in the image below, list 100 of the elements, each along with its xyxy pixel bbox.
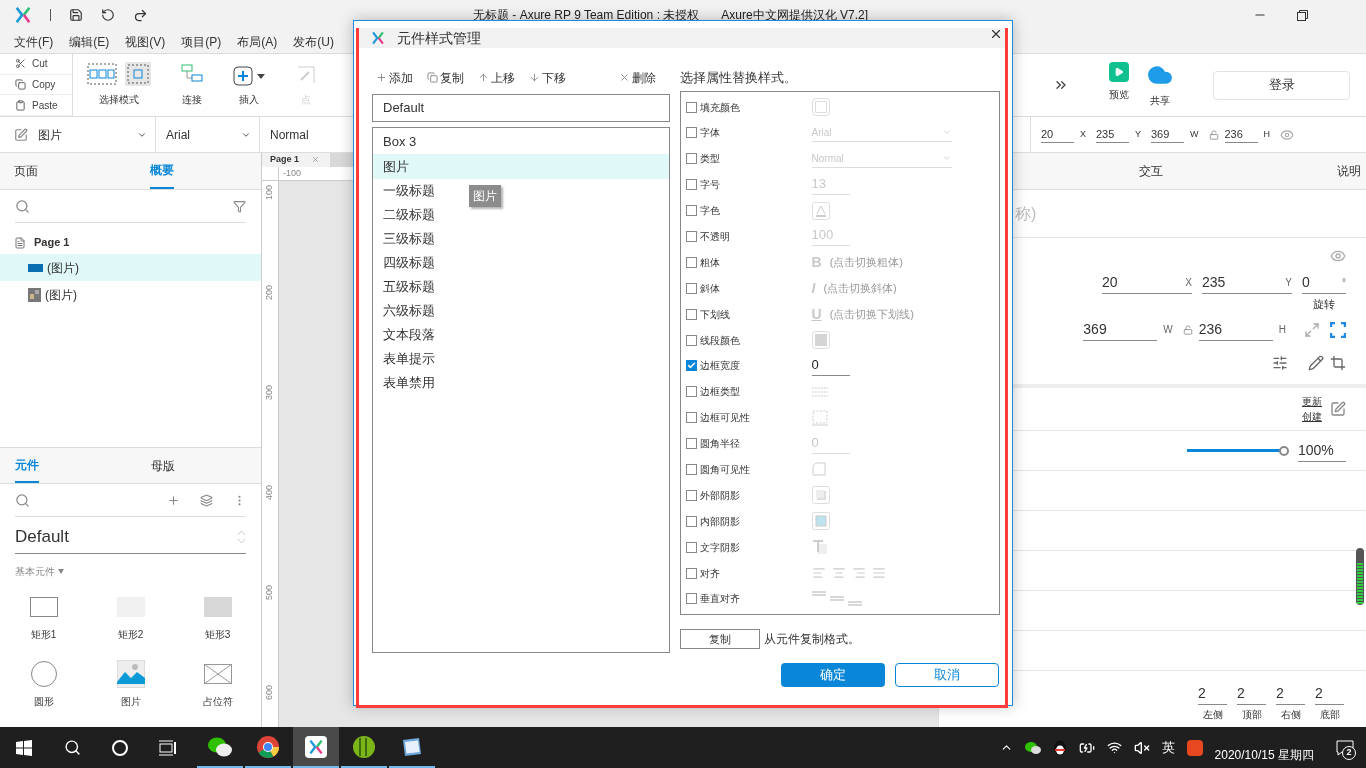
coordinate-field[interactable]: 0 bbox=[1302, 272, 1330, 293]
style-list-item[interactable]: Box 3 bbox=[373, 129, 423, 154]
checkbox[interactable] bbox=[685, 386, 697, 398]
widget-label[interactable]: 占位符 bbox=[202, 694, 233, 709]
insert-icon[interactable] bbox=[233, 66, 253, 86]
ok-button[interactable]: 确定 bbox=[781, 663, 885, 687]
edit-style-icon[interactable] bbox=[1330, 401, 1346, 417]
page-tab[interactable]: Page 1 bbox=[262, 153, 330, 167]
menu-item[interactable]: 布局(A) bbox=[237, 32, 278, 51]
widget-label[interactable]: 圆形 bbox=[33, 694, 54, 709]
checkbox[interactable] bbox=[685, 541, 697, 553]
input-app-icon[interactable] bbox=[1186, 739, 1203, 756]
style-list-item[interactable]: 文本段落 bbox=[373, 323, 441, 347]
font-weight-dropdown[interactable]: Normal bbox=[260, 125, 309, 144]
opacity-field[interactable]: 100% bbox=[1298, 439, 1346, 462]
style-action-button[interactable]: 下移 bbox=[529, 68, 566, 87]
font-color-icon[interactable] bbox=[811, 201, 830, 220]
penguin-icon[interactable] bbox=[1052, 739, 1067, 756]
opacity-slider-thumb[interactable] bbox=[1279, 445, 1289, 456]
style-list-item[interactable]: 表单提示 bbox=[373, 347, 441, 371]
style-action-button[interactable]: 上移 bbox=[478, 68, 515, 87]
pencil-icon[interactable] bbox=[1308, 354, 1324, 371]
restore-icon[interactable] bbox=[1297, 9, 1308, 21]
style-action-button[interactable]: 复制 bbox=[427, 68, 464, 87]
select-intersected-icon[interactable] bbox=[87, 63, 117, 85]
wifi-icon[interactable] bbox=[1106, 740, 1122, 755]
panel-tab[interactable]: 母版 bbox=[151, 448, 175, 483]
login-button[interactable]: 登录 bbox=[1213, 70, 1350, 100]
clock-date[interactable]: 2020/10/15 星期四 bbox=[1214, 745, 1314, 764]
menu-item[interactable]: 编辑(E) bbox=[69, 32, 110, 51]
search-icon[interactable] bbox=[63, 739, 81, 756]
checkbox[interactable] bbox=[685, 230, 697, 242]
menu-item[interactable]: 项目(P) bbox=[181, 32, 222, 51]
font-dropdown[interactable]: Arial bbox=[156, 117, 260, 152]
padding-field[interactable]: 2 bbox=[1315, 683, 1344, 705]
style-list-item[interactable]: 表单禁用 bbox=[373, 371, 441, 395]
checkbox[interactable] bbox=[685, 360, 697, 372]
eye-icon[interactable] bbox=[1330, 248, 1346, 264]
panel-tab[interactable]: 页面 bbox=[14, 153, 38, 189]
style-list-item[interactable]: 六级标题 bbox=[373, 299, 441, 323]
checkbox[interactable] bbox=[685, 127, 697, 139]
lock-icon[interactable] bbox=[1208, 129, 1219, 140]
widget-label[interactable]: 矩形2 bbox=[117, 627, 144, 642]
filter-icon[interactable] bbox=[233, 199, 246, 213]
checkbox[interactable] bbox=[685, 153, 697, 165]
chat-bubbles-icon[interactable] bbox=[1024, 740, 1041, 755]
save-icon[interactable] bbox=[69, 8, 83, 22]
checkbox[interactable] bbox=[685, 205, 697, 217]
coordinate-field[interactable]: 20 bbox=[1102, 272, 1138, 293]
coordinate-field[interactable]: 235 bbox=[1096, 125, 1129, 144]
panel-tab[interactable]: 说明 bbox=[1337, 162, 1361, 180]
clipboard-button[interactable]: Paste bbox=[0, 95, 72, 116]
menu-item[interactable]: 发布(U) bbox=[293, 32, 334, 51]
checkbox[interactable] bbox=[685, 308, 697, 320]
page-name[interactable]: Page 1 bbox=[34, 234, 70, 251]
size-field[interactable]: 236 bbox=[1198, 318, 1223, 340]
clipboard-button[interactable]: Cut bbox=[0, 54, 72, 75]
style-list-item[interactable]: 四级标题 bbox=[373, 251, 441, 275]
adjust-icon[interactable] bbox=[1272, 354, 1288, 371]
coordinate-field[interactable]: 235 bbox=[1202, 272, 1246, 293]
assistant-icon[interactable] bbox=[112, 739, 128, 756]
coordinate-field[interactable]: 369 bbox=[1151, 125, 1184, 144]
widget-label[interactable]: 矩形3 bbox=[204, 627, 231, 642]
notification-icon[interactable] bbox=[1336, 739, 1354, 756]
checkbox[interactable] bbox=[685, 412, 697, 424]
caret-icon[interactable] bbox=[257, 73, 265, 79]
checkbox[interactable] bbox=[685, 179, 697, 191]
checkbox[interactable] bbox=[685, 256, 697, 268]
checkbox[interactable] bbox=[685, 101, 697, 113]
size-field[interactable]: 369 bbox=[1083, 318, 1107, 340]
lock-icon[interactable] bbox=[1182, 324, 1193, 335]
style-action-button[interactable]: 添加 bbox=[376, 68, 413, 87]
eye-icon[interactable] bbox=[1280, 127, 1294, 142]
checkbox[interactable] bbox=[685, 282, 697, 294]
checkbox[interactable] bbox=[685, 489, 697, 501]
widget-label[interactable]: 矩形1 bbox=[30, 627, 57, 642]
coordinate-field[interactable]: 20 bbox=[1040, 125, 1074, 144]
panel-tab[interactable]: 交互 bbox=[1139, 162, 1163, 180]
panel-tab[interactable]: 元件 bbox=[15, 448, 39, 483]
library-dropdown[interactable]: Default bbox=[15, 521, 246, 554]
cancel-button[interactable]: 取消 bbox=[895, 663, 999, 687]
style-list-item[interactable]: 二级标题 bbox=[373, 203, 441, 227]
input-method[interactable]: 英 bbox=[1161, 737, 1175, 758]
coordinate-field[interactable]: 236 bbox=[1224, 125, 1258, 144]
undo-icon[interactable] bbox=[101, 8, 115, 22]
copy-format-button[interactable]: 复制 bbox=[679, 629, 760, 649]
style-action-button[interactable]: 删除 bbox=[618, 68, 656, 87]
scrollbar[interactable] bbox=[1356, 548, 1364, 605]
clipboard-button[interactable]: Copy bbox=[0, 74, 72, 96]
select-contained-icon[interactable] bbox=[125, 62, 151, 86]
create-link[interactable]: 创建 bbox=[1302, 409, 1322, 424]
style-list-item[interactable]: 图片 bbox=[373, 154, 669, 179]
outline-item[interactable]: (图片) bbox=[0, 254, 261, 281]
checkbox[interactable] bbox=[685, 567, 697, 579]
group-label[interactable]: 基本元件 bbox=[15, 564, 55, 579]
layers-icon[interactable] bbox=[200, 493, 213, 507]
widget-label[interactable]: 图片 bbox=[120, 694, 141, 709]
checkbox[interactable] bbox=[685, 334, 697, 346]
play-icon[interactable] bbox=[1109, 62, 1129, 82]
redo-icon[interactable] bbox=[133, 7, 148, 23]
